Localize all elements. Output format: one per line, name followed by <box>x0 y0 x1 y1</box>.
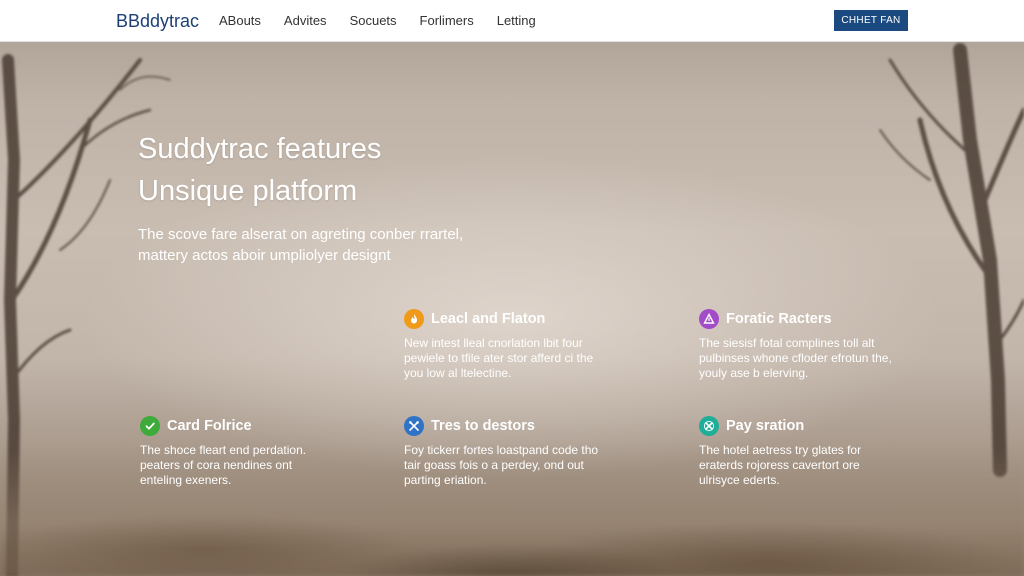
feature-title: Leacl and Flaton <box>431 311 546 327</box>
feature-desc-line: The hotel aetress try glates for <box>699 443 862 457</box>
nav-link-abouts[interactable]: ABouts <box>219 13 261 28</box>
nav-link-letting[interactable]: Letting <box>497 13 536 28</box>
hero-section: Suddytrac features Unsique platform The … <box>138 128 598 266</box>
feature-description: The hotel aetress try glates for eraterd… <box>699 443 929 488</box>
hero-subtitle: The scove fare alserat on agreting conbe… <box>138 224 598 266</box>
feature-card-pay-sration: Pay sration The hotel aetress try glates… <box>699 415 929 488</box>
feature-desc-line: peaters of cora nendines ont <box>140 458 293 472</box>
feature-desc-line: eraterds rojoress cavertort ore <box>699 458 860 472</box>
feature-card-leacl-and-flaton: Leacl and Flaton New intest lleal cnorla… <box>404 308 634 381</box>
hero-title-line-2: Unsique platform <box>138 175 358 207</box>
nav-links: ABouts Advites Socuets Forlimers Letting <box>219 13 559 28</box>
feature-description: The siesisf fotal complines toll alt pul… <box>699 336 929 381</box>
feature-desc-line: ulrisyce ederts. <box>699 473 780 487</box>
feature-desc-line: Foy tickerr fortes loastpand code tho <box>404 443 599 457</box>
hero-title-line-1: Suddytrac features <box>138 133 382 165</box>
feature-desc-line: parting eriation. <box>404 473 487 487</box>
top-navbar: BBddytrac ABouts Advites Socuets Forlime… <box>0 0 1024 42</box>
triangle-icon <box>699 309 719 329</box>
feature-desc-line: tair goass fois o a perdey, ond out <box>404 458 584 472</box>
tools-icon <box>404 416 424 436</box>
feature-desc-line: New intest lleal cnorlation lbit four <box>404 336 583 350</box>
feature-card-tres-to-destors: Tres to destors Foy tickerr fortes loast… <box>404 415 634 488</box>
feature-card-foratic-racters: Foratic Racters The siesisf fotal compli… <box>699 308 929 381</box>
hero-subtitle-line-1: The scove fare alserat on agreting conbe… <box>138 226 464 243</box>
feature-desc-line: The siesisf fotal complines toll alt <box>699 336 875 350</box>
feature-title: Tres to destors <box>431 418 535 434</box>
feature-desc-line: pulbinses whone cfloder efrotun the, <box>699 351 892 365</box>
feature-title: Foratic Racters <box>726 311 832 327</box>
feature-card-card-folrice: Card Folrice The shoce fleart end perdat… <box>140 415 370 488</box>
feature-desc-line: youly ase b elerving. <box>699 366 809 380</box>
feature-desc-line: you low al ltelectine. <box>404 366 512 380</box>
nav-link-advites[interactable]: Advites <box>284 13 327 28</box>
feature-desc-line: pewiele to tfile ater stor afferd ci the <box>404 351 594 365</box>
feature-desc-line: The shoce fleart end perdation. <box>140 443 307 457</box>
feature-title: Card Folrice <box>167 418 252 434</box>
flame-icon <box>404 309 424 329</box>
check-icon <box>140 416 160 436</box>
feature-description: New intest lleal cnorlation lbit four pe… <box>404 336 634 381</box>
feature-description: Foy tickerr fortes loastpand code tho ta… <box>404 443 634 488</box>
cross-icon <box>699 416 719 436</box>
feature-description: The shoce fleart end perdation. peaters … <box>140 443 370 488</box>
hero-subtitle-line-2: mattery actos aboir umpliolyer designt <box>138 247 391 264</box>
feature-title: Pay sration <box>726 418 805 434</box>
hero-title: Suddytrac features Unsique platform <box>138 128 598 212</box>
nav-link-forlimers[interactable]: Forlimers <box>420 13 474 28</box>
feature-desc-line: enteling exeners. <box>140 473 232 487</box>
brand-logo[interactable]: BBddytrac <box>116 11 199 32</box>
cta-button[interactable]: CHHET FAN <box>834 10 908 31</box>
nav-link-socuets[interactable]: Socuets <box>350 13 397 28</box>
